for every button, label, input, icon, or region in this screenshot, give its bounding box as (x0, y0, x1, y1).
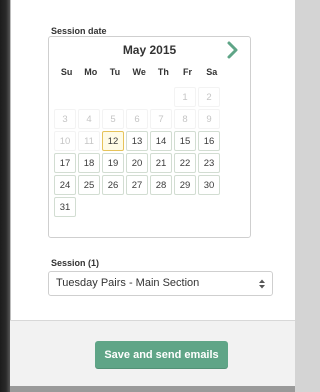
calendar-day: 9 (198, 109, 220, 129)
calendar-day: 11 (78, 131, 100, 151)
save-and-send-button[interactable]: Save and send emails (95, 341, 228, 369)
calendar-day[interactable]: 24 (54, 175, 76, 195)
calendar-day: 7 (150, 109, 172, 129)
calendar-day: 1 (174, 87, 196, 107)
calendar-empty-cell (102, 87, 124, 107)
calendar-week-row: 24 25 26 27 28 29 30 (54, 175, 249, 196)
calendar-empty-cell (126, 87, 148, 107)
calendar-day[interactable]: 25 (78, 175, 100, 195)
calendar-empty-cell (150, 87, 172, 107)
chevron-right-icon (227, 41, 238, 59)
calendar-day[interactable]: 15 (174, 131, 196, 151)
calendar-day[interactable]: 29 (174, 175, 196, 195)
calendar-day[interactable]: 16 (198, 131, 220, 151)
calendar-day[interactable]: 19 (102, 153, 124, 173)
weekday-header: Su Mo Tu We Th Fr Sa (55, 67, 245, 81)
calendar-month-title: May 2015 (122, 43, 177, 57)
calendar-day: 3 (54, 109, 76, 129)
calendar-day: 4 (78, 109, 100, 129)
weekday-label: Fr (183, 67, 193, 77)
calendar-day[interactable]: 30 (198, 175, 220, 195)
weekday-label: Su (60, 67, 73, 77)
calendar-day[interactable]: 17 (54, 153, 76, 173)
session-select-value: Tuesday Pairs - Main Section (56, 277, 200, 289)
calendar-day[interactable]: 21 (150, 153, 172, 173)
calendar-day[interactable]: 31 (54, 197, 76, 217)
calendar-day[interactable]: 13 (126, 131, 148, 151)
calendar-day: 6 (126, 109, 148, 129)
calendar-grid: 1 2 3 4 5 6 7 8 9 10 11 12 13 14 15 16 17 18 19 20 21 22 23 24 2… (54, 87, 249, 219)
calendar-empty-cell (54, 87, 76, 107)
calendar-day[interactable]: 28 (150, 175, 172, 195)
calendar-week-row: 12 (54, 87, 249, 108)
calendar-week-row: 17 18 19 20 21 22 23 (54, 153, 249, 174)
session-select[interactable]: Tuesday Pairs - Main Section (48, 271, 273, 296)
session-label: Session (1) (51, 258, 100, 268)
date-picker: May 2015 Su Mo Tu We Th Fr Sa 1 2 3 4 5 6 7 8 9 10 11 12 1… (48, 36, 251, 238)
weekday-label: Tu (109, 67, 121, 77)
calendar-day[interactable]: 27 (126, 175, 148, 195)
weekday-label: Sa (206, 67, 218, 77)
calendar-week-row: 10 11 12 13 14 15 16 (54, 131, 249, 152)
calendar-day[interactable]: 18 (78, 153, 100, 173)
select-arrows-icon (259, 279, 265, 289)
calendar-day: 2 (198, 87, 220, 107)
calendar-day: 8 (174, 109, 196, 129)
calendar-day[interactable]: 20 (126, 153, 148, 173)
window-edge (0, 0, 10, 392)
session-date-label: Session date (51, 26, 107, 36)
weekday-label: Th (157, 67, 169, 77)
calendar-day[interactable]: 22 (174, 153, 196, 173)
weekday-label: Mo (84, 67, 98, 77)
calendar-week-row: 3456789 (54, 109, 249, 130)
calendar-day: 10 (54, 131, 76, 151)
calendar-day[interactable]: 26 (102, 175, 124, 195)
next-month-button[interactable] (224, 40, 242, 60)
calendar-day-today[interactable]: 12 (102, 131, 124, 151)
calendar-day[interactable]: 14 (150, 131, 172, 151)
calendar-week-row: 31 (54, 197, 249, 218)
calendar-day[interactable]: 23 (198, 153, 220, 173)
calendar-empty-cell (78, 87, 100, 107)
bottom-edge (10, 386, 295, 392)
weekday-label: We (132, 67, 146, 77)
calendar-day: 5 (102, 109, 124, 129)
